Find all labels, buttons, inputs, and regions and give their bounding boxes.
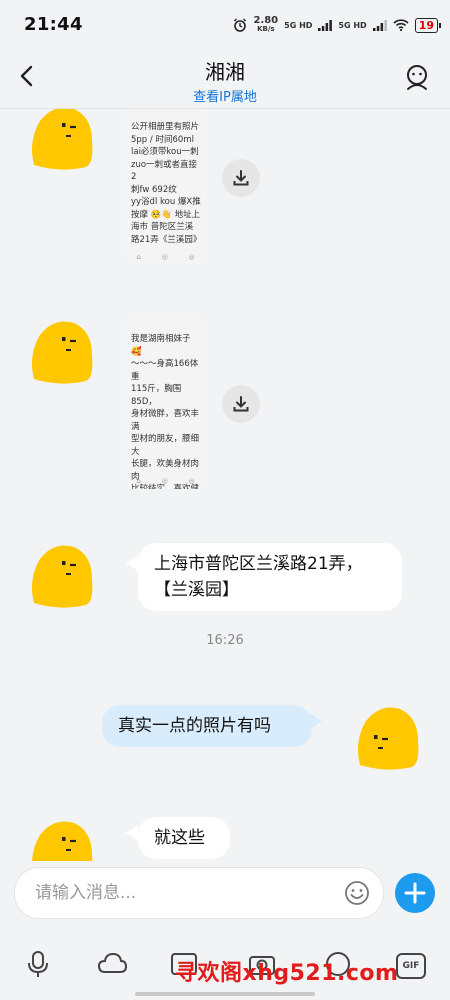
network-speed-value: 2.80 <box>253 15 279 26</box>
gif-button[interactable]: GIF <box>396 953 426 979</box>
alarm-icon <box>234 18 247 32</box>
emoji-icon[interactable] <box>344 880 370 906</box>
download-icon <box>233 170 249 186</box>
signal-bars-icon <box>318 19 333 31</box>
contact-avatar[interactable] <box>26 539 96 609</box>
download-icon <box>233 396 249 412</box>
cloud-icon[interactable] <box>96 948 128 980</box>
incoming-message[interactable]: 上海市普陀区兰溪路21弄， 【兰溪园】 <box>138 543 402 611</box>
watermark-text: 寻欢阁xhg521.com <box>175 961 399 986</box>
image-message-text: 我是湖南相妹子🥰 ～～～身高166体重 115斤，胸围85D， 身材微胖，喜欢丰… <box>131 334 200 489</box>
status-time: 21:44 <box>24 14 83 35</box>
contact-avatar[interactable] <box>26 109 96 171</box>
incoming-message[interactable]: 就这些 <box>138 817 230 859</box>
chat-title: 湘湘 <box>205 60 245 84</box>
network-speed: 2.80 KB/s <box>253 16 278 34</box>
battery-icon: 19 <box>414 17 442 33</box>
image-message[interactable]: 公开相册里有照片 5pp / 时间60ml lai必须带kou一刺 zuo一刺或… <box>126 109 205 265</box>
download-button[interactable] <box>222 159 260 197</box>
self-avatar[interactable] <box>352 701 422 771</box>
message-input-bar[interactable] <box>14 867 384 919</box>
wifi-icon <box>393 19 409 31</box>
status-bar: 21:44 2.80 KB/s 5G HD 5G HD 19 <box>0 0 450 52</box>
download-button[interactable] <box>222 385 260 423</box>
image-footer-icons: ⌂ ◎ ◎ <box>136 477 195 485</box>
network-speed-unit: KB/s <box>257 25 275 33</box>
bubble-tail <box>126 825 138 841</box>
contact-avatar[interactable] <box>26 815 96 861</box>
microphone-icon[interactable] <box>22 948 54 980</box>
message-timestamp: 16:26 <box>206 633 244 648</box>
battery-level: 19 <box>418 18 434 32</box>
chat-header: 湘湘 查看IP属地 <box>0 52 450 109</box>
signal-label-2: 5G HD <box>338 20 367 30</box>
home-indicator[interactable] <box>135 992 315 996</box>
add-attachment-button[interactable] <box>395 873 435 913</box>
image-message-text: 公开相册里有照片 5pp / 时间60ml lai必须带kou一刺 zuo一刺或… <box>131 122 202 245</box>
bubble-tail <box>310 713 322 729</box>
image-footer-icons: ⌂ ◎ ◎ <box>136 253 195 261</box>
image-message[interactable]: 我是湖南相妹子🥰 ～～～身高166体重 115斤，胸围85D， 身材微胖，喜欢丰… <box>126 317 205 489</box>
outgoing-message[interactable]: 真实一点的照片有吗 <box>102 705 312 747</box>
signal-label-1: 5G HD <box>284 20 313 30</box>
contact-avatar[interactable] <box>26 315 96 385</box>
chat-area[interactable]: 公开相册里有照片 5pp / 时间60ml lai必须带kou一刺 zuo一刺或… <box>0 109 450 861</box>
message-input[interactable] <box>33 880 337 906</box>
bubble-tail <box>126 555 138 571</box>
plus-icon <box>404 882 426 904</box>
signal-bars-icon <box>372 19 387 31</box>
status-icons: 2.80 KB/s 5G HD 5G HD 19 <box>233 16 442 34</box>
profile-icon[interactable] <box>402 62 432 92</box>
ip-location-link[interactable]: 查看IP属地 <box>0 86 450 105</box>
